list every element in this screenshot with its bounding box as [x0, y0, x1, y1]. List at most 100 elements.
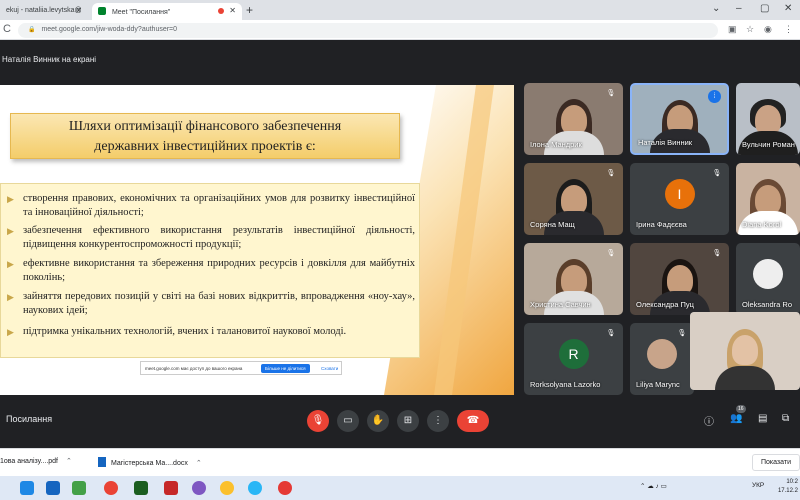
more-icon[interactable]: ⋮ [427, 410, 449, 432]
list-item: ▶ ефективне використання та збереження п… [7, 258, 415, 283]
app-icon[interactable] [72, 481, 86, 495]
tab-label: ekuj - nataliia.levytska@ [6, 7, 82, 14]
participant-name: Олександра Пуц [636, 300, 694, 309]
telegram-icon[interactable] [248, 481, 262, 495]
pdf-icon[interactable] [164, 481, 178, 495]
bullet-icon: ▶ [7, 226, 14, 236]
list-item: ▶ підтримка унікальних технологій, вчени… [7, 326, 347, 337]
clock[interactable]: 10:2 17.12.2 [778, 478, 798, 496]
avatar: І [664, 179, 695, 209]
raise-hand-icon[interactable]: ✋ [367, 410, 389, 432]
mic-off-icon: 🎙 [677, 330, 687, 337]
list-item: ▶ створення правових, економічних та орг… [7, 193, 415, 218]
mic-off-icon: 🎙 [606, 170, 616, 177]
list-item: ▶ зайняття передових позицій у світі на … [7, 291, 415, 316]
participant-name: Христина Савчин [530, 300, 591, 309]
close-window-icon[interactable]: ✕ [784, 3, 792, 14]
participant-video [732, 335, 758, 366]
participant-name: Diana Korol [742, 220, 782, 229]
close-icon[interactable]: ✕ [75, 6, 82, 15]
bullet-icon: ▶ [7, 259, 14, 269]
participant-tile[interactable]: Oleksandra Ro [736, 243, 800, 315]
participant-name: Ілона Мандрик [530, 140, 582, 149]
camera-icon[interactable]: ▭ [337, 410, 359, 432]
profile-icon[interactable]: ◉ [764, 24, 772, 35]
tray-icons[interactable]: ⌃ ☁ ♪ ▭ [640, 482, 667, 490]
stop-sharing-button[interactable]: Більше не ділитися [261, 364, 310, 373]
new-tab-button[interactable]: + [246, 3, 253, 17]
participant-tile[interactable]: R 🎙 Rorksolyana Lazorko [524, 323, 623, 395]
participant-name: Ірина Фадєєва [636, 220, 687, 229]
download-label: 1ова аналізу....pdf [0, 458, 58, 465]
mic-off-icon: 🎙 [712, 250, 722, 257]
file-explorer-icon[interactable] [20, 481, 34, 495]
present-icon[interactable]: ⊞ [397, 410, 419, 432]
chrome-icon[interactable] [104, 481, 118, 495]
word-file-icon [98, 457, 106, 467]
meeting-title: Посилання [6, 414, 53, 424]
viber-icon[interactable] [192, 481, 206, 495]
people-icon[interactable]: 👥 [730, 413, 742, 424]
mic-off-icon: 🎙 [606, 330, 616, 337]
reload-icon[interactable]: C [3, 23, 11, 35]
menu-icon[interactable]: ⋮ [784, 24, 793, 35]
participant-tile[interactable]: Вульчин Роман [736, 83, 800, 155]
maximize-icon[interactable]: ▢ [760, 3, 769, 14]
participant-video [715, 366, 775, 390]
chevron-up-icon[interactable]: ⌃ [66, 458, 72, 465]
participant-name: Rorksolyana Lazorko [530, 380, 601, 389]
slide-list: ▶ створення правових, економічних та орг… [0, 183, 420, 358]
participant-tile[interactable]: 🎙 Христина Савчин [524, 243, 623, 315]
participant-tile[interactable]: 🎙 Ілона Мандрик [524, 83, 623, 155]
browser-tab-mail[interactable]: ekuj - nataliia.levytska@ ✕ [0, 3, 88, 20]
hide-button[interactable]: Сховати [321, 366, 338, 371]
tab-label: Meet "Посилання" [111, 9, 171, 16]
chat-icon[interactable]: ▤ [758, 413, 767, 424]
self-view-video[interactable] [690, 312, 800, 390]
self-view-frame [690, 312, 800, 390]
show-all-button[interactable]: Показати [751, 454, 800, 471]
url-input[interactable]: 🔒 meet.google.com/jiw-woda-ddy?authuser=… [18, 23, 718, 38]
camera-permission-icon[interactable]: ▣ [728, 24, 737, 35]
end-call-icon[interactable]: ☎ [457, 410, 489, 432]
downloads-bar: 1ова аналізу....pdf ⌃ Магістерська Ма...… [0, 448, 800, 476]
download-item[interactable]: Магістерська Ма....docx ⌃ [98, 457, 202, 467]
url-text: meet.google.com/jiw-woda-ddy?authuser=0 [41, 26, 178, 33]
avatar [753, 259, 783, 289]
clock-date: 17.12.2 [777, 488, 798, 494]
tab-search-icon[interactable]: ⌄ [712, 3, 720, 14]
download-label: Магістерська Ма....docx [110, 460, 188, 467]
chrome-icon[interactable] [220, 481, 234, 495]
close-icon[interactable]: ✕ [229, 6, 236, 15]
participant-count-badge: 16 [736, 405, 746, 413]
slide-title-line: Шляхи оптимізації фінансового забезпечен… [68, 119, 342, 134]
mic-off-icon[interactable]: 🎙 [307, 410, 329, 432]
meet-favicon-icon [98, 7, 106, 15]
participant-name: Вульчин Роман [742, 140, 795, 149]
participant-tile[interactable]: І 🎙 Ірина Фадєєва [630, 163, 729, 235]
participant-name: Liliya Marync [636, 380, 680, 389]
language-indicator[interactable]: УКР [752, 482, 764, 489]
address-bar-row: C 🔒 meet.google.com/jiw-woda-ddy?authuse… [0, 20, 800, 40]
browser-tab-meet[interactable]: Meet "Посилання" ✕ [92, 3, 242, 20]
mic-off-icon: 🎙 [712, 170, 722, 177]
bullet-icon: ▶ [7, 327, 14, 337]
info-icon[interactable]: ⓘ [704, 413, 714, 428]
participant-tile[interactable]: Diana Korol [736, 163, 800, 235]
opera-icon[interactable] [278, 481, 292, 495]
participant-name: Наталія Винник [638, 138, 693, 147]
minimize-icon[interactable]: – [736, 3, 742, 14]
chevron-up-icon[interactable]: ⌃ [196, 460, 202, 467]
download-item[interactable]: 1ова аналізу....pdf ⌃ [0, 457, 72, 465]
share-notice-text: meet.google.com має доступ до вашого екр… [145, 366, 243, 371]
participant-tile[interactable]: 🎙 Соряна Мащ [524, 163, 623, 235]
participant-tile[interactable]: ⁞ Наталія Винник [630, 83, 729, 155]
excel-icon[interactable] [134, 481, 148, 495]
taskbar: ⌃ ☁ ♪ ▭ УКР 10:2 17.12.2 [0, 476, 800, 500]
participant-tile[interactable]: 🎙 Олександра Пуц [630, 243, 729, 315]
word-icon[interactable] [46, 481, 60, 495]
activities-icon[interactable]: ⧉ [782, 413, 789, 424]
star-icon[interactable]: ☆ [746, 24, 754, 35]
participant-tile[interactable]: 🎙 Liliya Marync [630, 323, 694, 395]
avatar: R [558, 339, 589, 369]
